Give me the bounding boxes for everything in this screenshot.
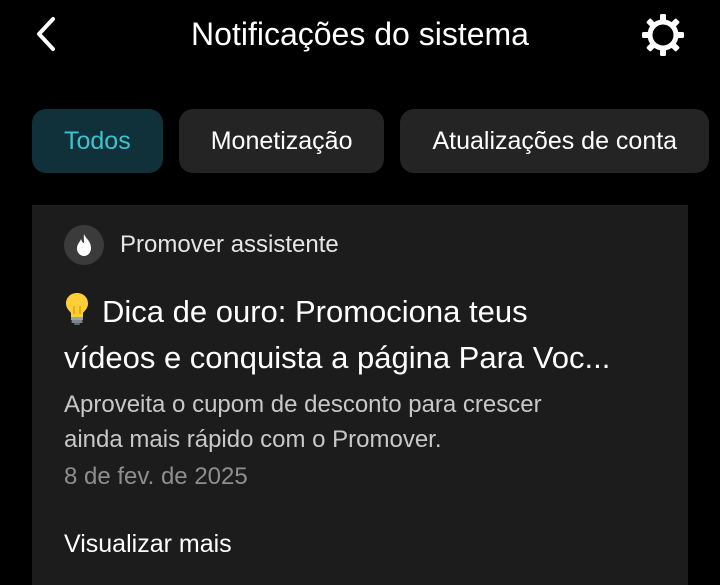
headline-line-2: vídeos e conquista a página Para Voc...	[64, 340, 611, 375]
header-bar: Notificações do sistema	[0, 0, 720, 70]
settings-button[interactable]	[638, 10, 688, 60]
lightbulb-icon	[66, 293, 88, 325]
sender-name: Promover assistente	[120, 231, 339, 258]
view-more-link[interactable]: Visualizar mais	[64, 527, 232, 562]
gear-icon	[642, 14, 684, 56]
notification-headline: Dica de ouro: Promociona teus vídeos e c…	[64, 289, 664, 381]
body-line-2: ainda mais rápido com o Promover.	[64, 426, 442, 453]
tab-monetizacao[interactable]: Monetização	[178, 109, 385, 173]
notification-date: 8 de fev. de 2025	[64, 463, 248, 490]
body-line-1: Aproveita o cupom de desconto para cresc…	[64, 391, 542, 418]
flame-icon	[77, 234, 91, 256]
filter-tabs: Todos Monetização Atualizações de conta	[32, 109, 710, 173]
notification-body: Aproveita o cupom de desconto para cresc…	[64, 387, 664, 457]
sender-avatar	[64, 225, 104, 265]
tab-todos[interactable]: Todos	[32, 109, 163, 173]
notification-card[interactable]: Promover assistente Dica de ouro: Promoc…	[32, 205, 688, 585]
tab-atualizacoes-de-conta[interactable]: Atualizações de conta	[400, 109, 710, 173]
notification-sender: Promover assistente	[64, 225, 339, 265]
headline-line-1: Dica de ouro: Promociona teus	[102, 294, 528, 329]
page-title: Notificações do sistema	[191, 16, 529, 52]
